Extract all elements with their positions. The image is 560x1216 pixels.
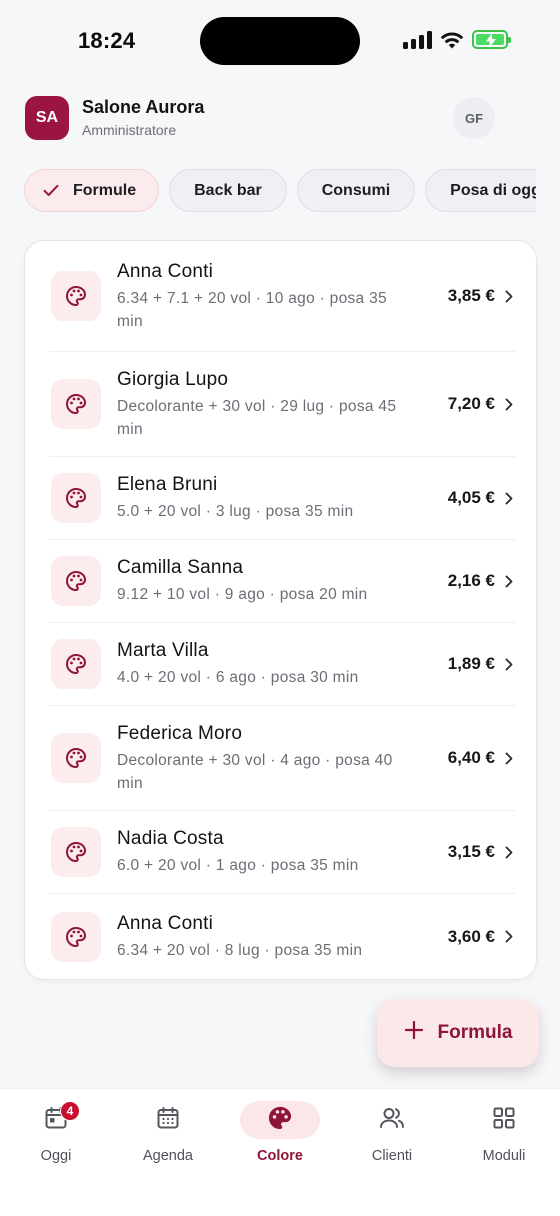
- formula-price: 6,40 €: [447, 748, 495, 767]
- formula-row[interactable]: Anna Conti 6.34 + 20 vol · 8 lug · posa …: [49, 894, 515, 979]
- formula-detail: 4.0 + 20 vol · 6 ago · posa 30 min: [117, 669, 359, 686]
- users-icon: [378, 1105, 406, 1136]
- formula-list: Anna Conti 6.34 + 7.1 + 20 vol · 10 ago …: [24, 240, 537, 980]
- client-name: Elena Bruni: [117, 474, 218, 495]
- formula-price: 2,16 €: [447, 571, 495, 590]
- salon-name: Salone Aurora: [82, 97, 205, 117]
- bottom-nav: 4 Oggi Agenda Colore Clienti Moduli: [0, 1088, 560, 1216]
- calendar-icon: [155, 1105, 181, 1136]
- chip-consumi[interactable]: Consumi: [296, 169, 416, 212]
- check-icon: [43, 184, 59, 197]
- formula-row[interactable]: Marta Villa 4.0 + 20 vol · 6 ago · posa …: [49, 623, 515, 706]
- nav-label: Colore: [257, 1148, 303, 1164]
- palette-icon: [51, 473, 101, 523]
- dynamic-island: [200, 17, 360, 65]
- formula-row[interactable]: Nadia Costa 6.0 + 20 vol · 1 ago · posa …: [49, 811, 515, 894]
- nav-label: Clienti: [371, 1148, 413, 1164]
- formula-price: 3,60 €: [447, 926, 495, 946]
- notification-badge: 4: [60, 1101, 80, 1121]
- chevron-right-icon: [505, 752, 515, 765]
- chip-label: Back bar: [194, 181, 262, 199]
- add-formula-button[interactable]: Formula: [377, 999, 539, 1067]
- client-name: Marta Villa: [117, 640, 209, 661]
- formula-price: 4,05 €: [447, 488, 495, 507]
- formula-price: 3,85 €: [447, 286, 495, 305]
- grid-icon: [491, 1105, 517, 1136]
- user-role: Amministratore: [82, 122, 177, 138]
- chip-posa-di-oggi[interactable]: Posa di oggi: [425, 169, 536, 212]
- formula-price: 3,15 €: [447, 842, 495, 861]
- formula-row[interactable]: Camilla Sanna 9.12 + 10 vol · 9 ago · po…: [49, 540, 515, 623]
- chip-back-bar[interactable]: Back bar: [169, 169, 287, 212]
- wifi-icon: [440, 31, 464, 48]
- cellular-signal-icon: [403, 30, 432, 49]
- nav-item-colore[interactable]: Colore: [224, 1101, 336, 1164]
- formula-detail: Decolorante + 30 vol · 4 ago · posa 40 m…: [117, 751, 393, 792]
- client-name: Federica Moro: [117, 722, 243, 744]
- formula-detail: 5.0 + 20 vol · 3 lug · posa 35 min: [117, 503, 354, 520]
- formula-price: 1,89 €: [447, 654, 495, 673]
- formula-row[interactable]: Giorgia Lupo Decolorante + 30 vol · 29 l…: [49, 352, 515, 457]
- nav-label: Agenda: [143, 1148, 193, 1164]
- salon-logo[interactable]: SA: [25, 96, 69, 140]
- client-name: Giorgia Lupo: [117, 368, 229, 390]
- formula-detail: 6.34 + 7.1 + 20 vol · 10 ago · posa 35 m…: [117, 289, 387, 330]
- palette-icon: [51, 911, 101, 962]
- formula-row[interactable]: Federica Moro Decolorante + 30 vol · 4 a…: [49, 706, 515, 811]
- chevron-right-icon: [505, 398, 515, 411]
- nav-item-agenda[interactable]: Agenda: [112, 1101, 224, 1164]
- fab-label: Formula: [437, 1022, 513, 1043]
- palette-icon: [51, 639, 101, 689]
- formula-detail: 6.0 + 20 vol · 1 ago · posa 35 min: [117, 857, 359, 874]
- formula-detail: 9.12 + 10 vol · 9 ago · posa 20 min: [117, 586, 368, 603]
- palette-icon: [51, 827, 101, 877]
- chevron-right-icon: [505, 846, 515, 859]
- palette-icon: [266, 1104, 294, 1137]
- client-name: Camilla Sanna: [117, 557, 244, 578]
- formula-row[interactable]: Anna Conti 6.34 + 7.1 + 20 vol · 10 ago …: [49, 241, 515, 352]
- chip-label: Posa di oggi: [450, 181, 536, 199]
- app-header: SA Salone Aurora Amministratore GF: [25, 96, 535, 140]
- nav-label: Oggi: [40, 1148, 72, 1164]
- palette-icon: [51, 733, 101, 783]
- battery-charging-icon: [472, 30, 511, 49]
- user-avatar[interactable]: GF: [453, 97, 495, 139]
- chip-label: Formule: [73, 181, 137, 199]
- status-bar: 18:24: [0, 0, 560, 84]
- palette-icon: [51, 379, 101, 429]
- filter-chips: Formule Back bar Consumi Posa di oggi: [24, 169, 536, 213]
- status-icons: [403, 30, 511, 49]
- plus-icon: [404, 1020, 424, 1046]
- chevron-right-icon: [505, 658, 515, 671]
- chip-formule[interactable]: Formule: [24, 169, 160, 212]
- nav-label: Moduli: [482, 1148, 526, 1164]
- chevron-right-icon: [505, 492, 515, 505]
- formula-detail: 6.34 + 20 vol · 8 lug · posa 35 min: [117, 941, 363, 959]
- client-name: Nadia Costa: [117, 828, 224, 849]
- status-time: 18:24: [78, 28, 136, 53]
- formula-price: 7,20 €: [447, 394, 495, 413]
- chevron-right-icon: [505, 575, 515, 588]
- palette-icon: [51, 556, 101, 606]
- formula-detail: Decolorante + 30 vol · 29 lug · posa 45 …: [117, 397, 397, 438]
- nav-item-clienti[interactable]: Clienti: [336, 1101, 448, 1164]
- chip-label: Consumi: [321, 181, 391, 199]
- formula-row[interactable]: Elena Bruni 5.0 + 20 vol · 3 lug · posa …: [49, 457, 515, 540]
- client-name: Anna Conti: [117, 260, 214, 282]
- nav-item-oggi[interactable]: 4 Oggi: [0, 1101, 112, 1164]
- client-name: Anna Conti: [117, 912, 214, 934]
- chevron-right-icon: [505, 930, 515, 943]
- chevron-right-icon: [505, 290, 515, 303]
- palette-icon: [51, 271, 101, 321]
- nav-item-moduli[interactable]: Moduli: [448, 1101, 560, 1164]
